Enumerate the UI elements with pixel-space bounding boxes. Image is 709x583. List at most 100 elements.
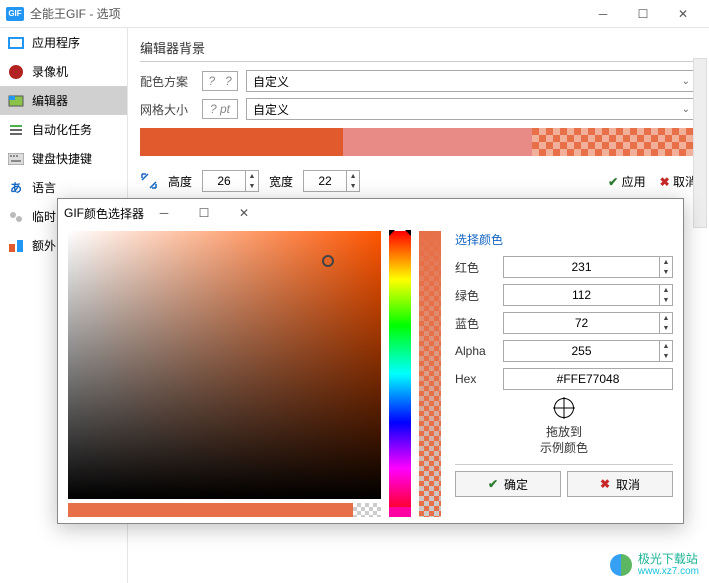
temp-icon [8,209,24,225]
alpha-spinner[interactable]: ▲▼ [503,340,673,362]
section-title: 编辑器背景 [140,38,697,57]
green-input[interactable] [504,285,659,305]
hex-label: Hex [455,372,497,386]
sidebar-item-label: 语言 [32,179,56,196]
x-icon: ✖ [600,477,610,491]
scheme-dropdown[interactable]: 自定义 ⌄ [246,70,697,92]
height-label: 高度 [168,173,192,190]
scheme-label: 配色方案 [140,73,194,90]
app-icon: GIF [6,7,24,21]
color-swatch-row[interactable] [140,128,697,156]
hex-input[interactable] [503,368,673,390]
window-title: 全能王GIF - 选项 [30,5,583,22]
language-icon: あ [8,180,24,196]
resize-icon[interactable] [140,172,158,190]
transparency-preview [353,503,381,517]
sidebar-item-editor[interactable]: 编辑器 [0,86,127,115]
sidebar-item-label: 应用程序 [32,34,80,51]
dialog-minimize-button[interactable]: ─ [144,199,184,227]
spin-up[interactable]: ▲ [660,285,672,295]
swatch-secondary[interactable] [343,128,533,156]
sv-cursor[interactable] [322,255,334,267]
spin-up[interactable]: ▲ [347,171,359,181]
width-input[interactable] [304,174,346,188]
watermark-url: www.xz7.com [638,566,699,577]
ok-button[interactable]: ✔ 确定 [455,471,561,497]
scheme-value: 自定义 [253,73,289,90]
dialog-titlebar: GIF 颜色选择器 ─ ☐ ✕ [58,199,683,227]
sidebar-item-label: 编辑器 [32,92,68,109]
blue-label: 蓝色 [455,315,497,332]
spin-up[interactable]: ▲ [660,313,672,323]
height-input[interactable] [203,174,245,188]
spin-up[interactable]: ▲ [660,257,672,267]
scheme-preview[interactable] [202,71,238,91]
grid-dropdown[interactable]: 自定义 ⌄ [246,98,697,120]
alpha-input[interactable] [504,341,659,361]
sidebar-item-label: 录像机 [32,63,68,80]
sidebar-item-app[interactable]: 应用程序 [0,28,127,57]
spin-up[interactable]: ▲ [246,171,258,181]
spin-down[interactable]: ▼ [660,323,672,333]
close-button[interactable]: ✕ [663,0,703,28]
blue-spinner[interactable]: ▲▼ [503,312,673,334]
cancel-button[interactable]: ✖ 取消 [567,471,673,497]
sidebar-item-recorder[interactable]: 录像机 [0,57,127,86]
grid-value: 自定义 [253,101,289,118]
x-icon: ✖ [660,175,670,189]
eyedrop-hint: 拖放到示例颜色 [455,425,673,456]
sidebar-item-tasks[interactable]: 自动化任务 [0,115,127,144]
swatch-primary[interactable] [140,128,343,156]
saturation-value-picker[interactable] [68,231,381,499]
red-input[interactable] [504,257,659,277]
spin-down[interactable]: ▼ [660,295,672,305]
cancel-button[interactable]: ✖ 取消 [660,173,697,190]
check-icon: ✔ [608,175,618,189]
red-label: 红色 [455,259,497,276]
alpha-slider[interactable] [419,231,441,517]
width-spinner[interactable]: ▲▼ [303,170,360,192]
editor-icon [8,93,24,109]
app-icon: GIF [64,206,84,220]
main-titlebar: GIF 全能王GIF - 选项 ─ ☐ ✕ [0,0,709,28]
swatch-checker[interactable] [532,128,697,156]
spin-down[interactable]: ▼ [660,267,672,277]
extras-icon [8,238,24,254]
rect-icon [8,35,24,51]
maximize-button[interactable]: ☐ [623,0,663,28]
chevron-down-icon: ⌄ [682,104,690,115]
grid-label: 网格大小 [140,101,194,118]
width-label: 宽度 [269,173,293,190]
sidebar-item-label: 额外 [32,237,56,254]
color-picker-dialog: GIF 颜色选择器 ─ ☐ ✕ 选择颜色 红色 [57,198,684,524]
height-spinner[interactable]: ▲▼ [202,170,259,192]
check-icon: ✔ [488,477,498,491]
sidebar-item-shortcuts[interactable]: 键盘快捷键 [0,144,127,173]
spin-up[interactable]: ▲ [660,341,672,351]
spin-down[interactable]: ▼ [660,351,672,361]
dialog-close-button[interactable]: ✕ [224,199,264,227]
hue-slider[interactable] [389,231,411,517]
hue-marker[interactable] [389,230,411,236]
minimize-button[interactable]: ─ [583,0,623,28]
grid-size-input[interactable] [202,99,238,119]
keyboard-icon [8,151,24,167]
watermark-logo-icon [610,554,632,576]
spin-down[interactable]: ▼ [347,181,359,191]
sidebar-item-label: 自动化任务 [32,121,92,138]
dialog-title: 颜色选择器 [84,205,144,222]
sidebar-item-label: 临时 [32,208,56,225]
green-label: 绿色 [455,287,497,304]
dialog-maximize-button[interactable]: ☐ [184,199,224,227]
red-spinner[interactable]: ▲▼ [503,256,673,278]
vertical-scrollbar[interactable] [693,58,707,228]
record-icon [8,64,24,80]
current-color-preview [68,503,353,517]
eyedropper-target-icon[interactable] [554,398,574,418]
spin-down[interactable]: ▼ [246,181,258,191]
apply-button[interactable]: ✔ 应用 [608,173,645,190]
sidebar-item-label: 键盘快捷键 [32,150,92,167]
blue-input[interactable] [504,313,659,333]
picker-section-title: 选择颜色 [455,231,673,248]
green-spinner[interactable]: ▲▼ [503,284,673,306]
